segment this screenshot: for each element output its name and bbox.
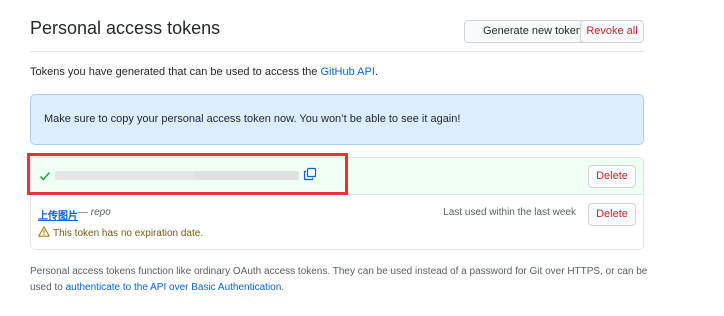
- token-scope: — repo: [78, 207, 111, 218]
- revoke-all-button[interactable]: Revoke all: [580, 20, 644, 43]
- intro-suffix: .: [374, 66, 378, 78]
- copy-token-notice: Make sure to copy your personal access t…: [30, 94, 644, 145]
- footer-help-text: Personal access tokens function like ord…: [30, 264, 660, 296]
- page-title: Personal access tokens: [30, 18, 221, 38]
- no-expiration-warning: This token has no expiration date.: [53, 228, 204, 239]
- token-name-link[interactable]: 上传图片: [38, 207, 78, 222]
- basic-auth-link[interactable]: authenticate to the API over Basic Authe…: [66, 282, 282, 293]
- github-api-link[interactable]: GitHub API: [320, 66, 374, 78]
- token-last-used: Last used within the last week: [443, 207, 576, 218]
- token-row: 上传图片 — repo Last used within the last we…: [31, 195, 643, 249]
- delete-new-token-button[interactable]: Delete: [588, 165, 636, 188]
- copy-token-notice-text: Make sure to copy your personal access t…: [44, 113, 461, 125]
- delete-token-button[interactable]: Delete: [588, 203, 636, 226]
- page-header: Personal access tokens Generate new toke…: [30, 14, 644, 52]
- intro-text-body: Tokens you have generated that can be us…: [30, 66, 321, 78]
- footer-suffix: .: [281, 282, 285, 293]
- alert-triangle-icon: [38, 226, 50, 237]
- highlight-box: [27, 153, 348, 195]
- intro-text: Tokens you have generated that can be us…: [30, 66, 378, 78]
